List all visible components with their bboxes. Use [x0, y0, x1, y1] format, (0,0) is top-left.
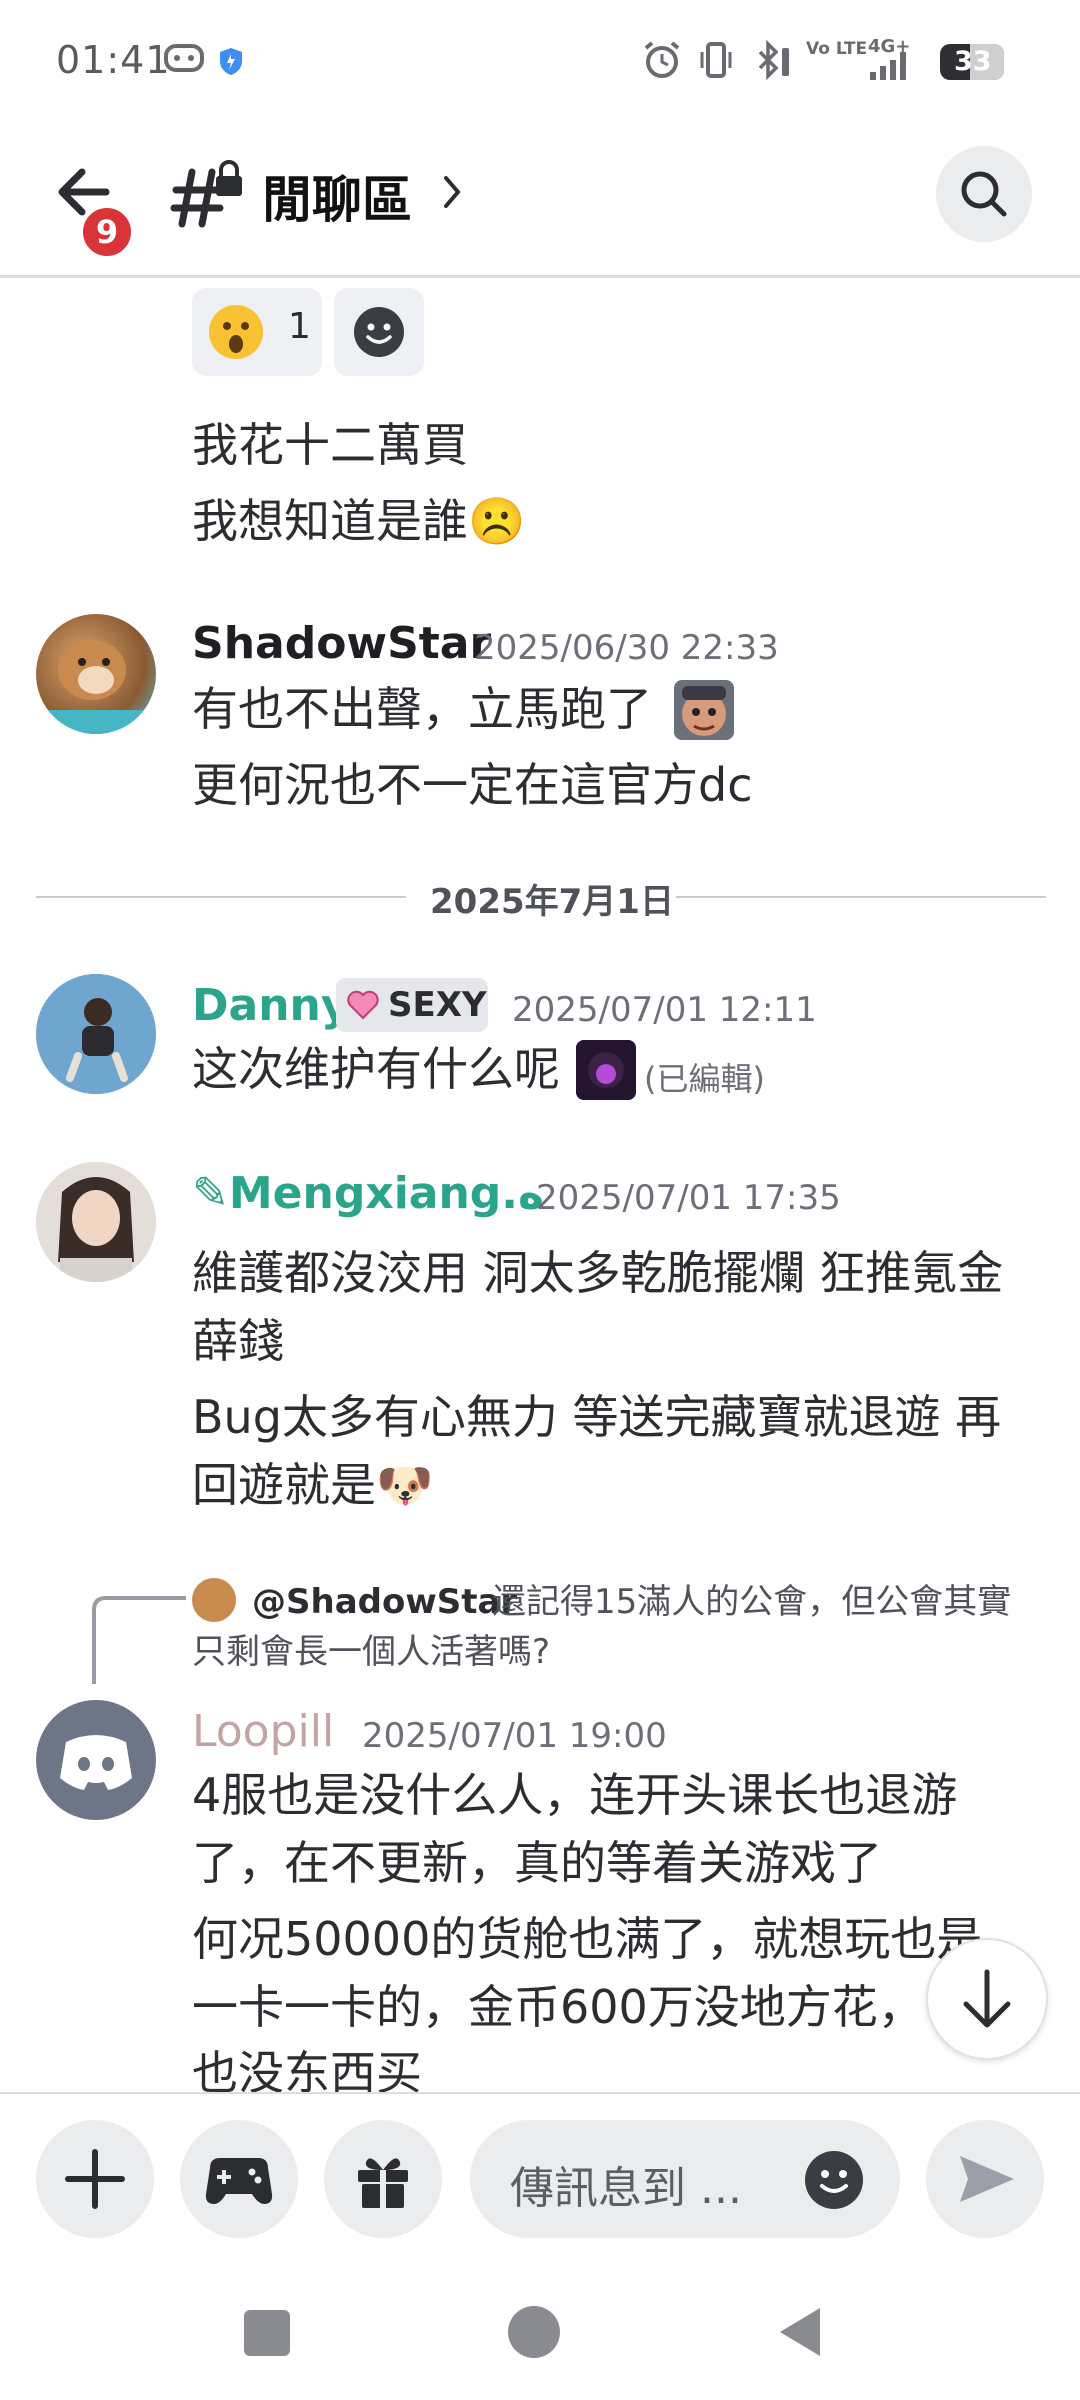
arrow-down-icon	[963, 1969, 1011, 2028]
avatar[interactable]	[36, 1700, 156, 1820]
chevron-right-icon[interactable]	[440, 172, 464, 212]
home-circle-icon[interactable]	[508, 2306, 560, 2358]
surprised-emoji-icon	[209, 305, 263, 359]
avatar[interactable]	[36, 614, 156, 734]
gift-icon	[358, 2158, 408, 2208]
discord-logo-icon	[60, 1735, 132, 1790]
message-line: 我想知道是誰☹️	[192, 494, 526, 548]
add-attachment-button[interactable]	[36, 2120, 154, 2238]
composer-divider	[0, 2092, 1080, 2094]
girl-avatar-icon	[36, 1162, 156, 1282]
search-icon	[961, 171, 1007, 217]
back-triangle-icon[interactable]	[776, 2304, 824, 2360]
jump-to-bottom-button[interactable]	[926, 1938, 1048, 2060]
vibrate-icon	[700, 42, 732, 78]
reaction-surprised[interactable]: 1	[192, 288, 322, 376]
timestamp: 2025/07/01 19:00	[362, 1716, 667, 1756]
unread-badge: 9	[80, 205, 134, 259]
custom-emoji-face	[674, 680, 734, 740]
message-line: 了，在不更新，真的等着关游戏了	[192, 1836, 882, 1890]
message-line: 回遊就是🐶	[192, 1458, 434, 1512]
role-label: SEXY	[388, 985, 487, 1025]
gamepad-icon	[205, 2158, 273, 2204]
channel-name[interactable]: 閒聊區	[262, 160, 412, 232]
reply-preview-line2[interactable]: 只剩會長一個人活著嗎?	[192, 1630, 550, 1674]
message-line: 更何況也不一定在這官方dc	[192, 758, 753, 812]
reply-preview[interactable]: 還記得15滿人的公會，但公會其實	[492, 1580, 1011, 1624]
message-line: 4服也是没什么人，连开头课长也退游	[192, 1768, 958, 1822]
purple-face-emoji-icon	[576, 1040, 636, 1100]
reply-avatar	[192, 1578, 236, 1622]
emoji-icon[interactable]	[804, 2150, 864, 2210]
reaction-count: 1	[288, 306, 311, 347]
custom-emoji-purple	[576, 1040, 636, 1100]
person-avatar-icon	[36, 974, 156, 1094]
bluetooth-icon	[758, 40, 789, 80]
reply-connector	[92, 1596, 186, 1684]
plus-icon	[65, 2149, 125, 2209]
hashtag-lock-icon	[170, 160, 242, 228]
date-divider-right	[676, 896, 1046, 898]
heart-icon	[347, 990, 379, 1020]
send-icon	[960, 2156, 1014, 2202]
author-name[interactable]: ShadowStar	[192, 618, 491, 669]
date-separator: 2025年7月1日	[430, 882, 674, 922]
message-input-placeholder[interactable]: 傳訊息到 ...	[510, 2152, 742, 2216]
timestamp: 2025/07/01 12:11	[512, 990, 817, 1030]
message-line: 薛錢	[192, 1314, 284, 1368]
reply-mention[interactable]: @ShadowStar	[252, 1580, 517, 1624]
message-line: 我花十二萬買	[192, 418, 468, 472]
alarm-icon	[644, 41, 680, 78]
battery-level: 33	[954, 46, 992, 77]
gift-button[interactable]	[324, 2120, 442, 2238]
status-time: 01:41	[56, 38, 171, 82]
add-reaction-icon	[354, 307, 404, 357]
hamster-avatar-icon	[36, 640, 156, 734]
avatar[interactable]	[36, 1162, 156, 1282]
message-line: 何况50000的货舱也满了，就想玩也是	[192, 1912, 983, 1966]
shield-icon	[220, 48, 242, 75]
role-tag[interactable]: SEXY	[336, 978, 488, 1032]
author-name[interactable]: Loopill	[192, 1706, 334, 1757]
gamepad-icon	[164, 44, 204, 72]
message-line: 有也不出聲，立馬跑了	[192, 682, 652, 736]
activities-button[interactable]	[180, 2120, 298, 2238]
author-name[interactable]: ✎Mengxiang.ه	[192, 1168, 544, 1219]
message-line: 也没东西买	[192, 2046, 422, 2100]
timestamp: 2025/07/01 17:35	[536, 1178, 841, 1218]
add-reaction-button[interactable]	[334, 288, 424, 376]
message-line: 这次维护有什么呢	[192, 1042, 560, 1096]
send-button[interactable]	[926, 2120, 1044, 2238]
recents-square-icon[interactable]	[244, 2310, 290, 2356]
search-button[interactable]	[936, 146, 1032, 242]
date-divider-left	[36, 896, 406, 898]
edited-label: (已編輯)	[644, 1060, 765, 1098]
battery-icon: 33	[940, 44, 1004, 80]
message-line: 維護都沒洨用 洞太多乾脆擺爛 狂推氪金	[192, 1246, 1004, 1300]
signal-icon	[870, 52, 906, 80]
volte-icon: Vo LTE	[806, 39, 868, 59]
avatar[interactable]	[36, 974, 156, 1094]
timestamp: 2025/06/30 22:33	[474, 628, 779, 668]
author-name[interactable]: Danny	[192, 980, 350, 1031]
face-emoji-icon	[682, 686, 726, 736]
message-line: Bug太多有心無力 等送完藏寶就退遊 再	[192, 1390, 1002, 1444]
header-divider	[0, 275, 1080, 278]
message-line: 一卡一卡的，金币600万没地方花，	[192, 1980, 924, 2034]
